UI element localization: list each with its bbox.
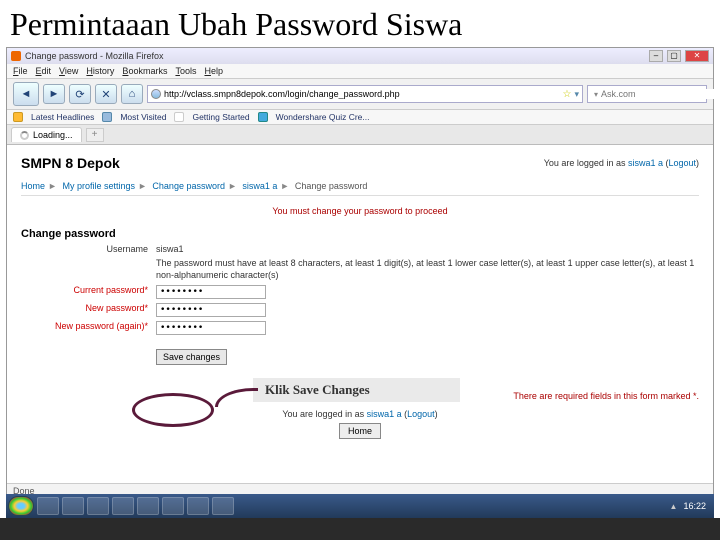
menu-bookmarks[interactable]: Bookmarks <box>122 66 167 76</box>
taskbar-item-8[interactable] <box>212 497 234 515</box>
minimize-button[interactable]: – <box>649 50 663 62</box>
rss-icon <box>13 112 23 122</box>
reload-button[interactable]: ⟳ <box>69 84 91 104</box>
site-name: SMPN 8 Depok <box>21 155 120 171</box>
window-title: Change password - Mozilla Firefox <box>25 51 164 61</box>
page-icon <box>174 112 184 122</box>
new-tab-button[interactable]: + <box>86 128 104 142</box>
tab-loading[interactable]: Loading... <box>11 127 82 142</box>
taskbar-item-1[interactable] <box>37 497 59 515</box>
tab-label: Loading... <box>33 130 73 140</box>
new-password-again-label: New password (again)* <box>21 321 156 335</box>
current-password-input[interactable] <box>156 285 266 299</box>
logout-link[interactable]: Logout <box>668 158 696 168</box>
user-link[interactable]: siswa1 a <box>628 158 663 168</box>
site-identity-icon <box>151 89 161 99</box>
annotation-callout: Klik Save Changes <box>253 378 460 402</box>
window-titlebar: Change password - Mozilla Firefox – ▢ ✕ <box>7 48 713 64</box>
firefox-icon <box>11 51 21 61</box>
bookmark-mostvisited[interactable]: Most Visited <box>120 112 166 122</box>
address-bar[interactable]: ☆ ▾ <box>147 85 583 103</box>
taskbar-item-7[interactable] <box>187 497 209 515</box>
new-password-input[interactable] <box>156 303 266 317</box>
search-input[interactable] <box>601 89 718 99</box>
username-value: siswa1 <box>156 244 184 254</box>
clock: 16:22 <box>683 501 706 511</box>
system-tray[interactable]: ▲ 16:22 <box>664 501 712 511</box>
browser-window: Change password - Mozilla Firefox – ▢ ✕ … <box>6 47 714 499</box>
forward-button[interactable]: ► <box>43 84 65 104</box>
slide-title: Permintaaan Ubah Password Siswa <box>0 0 720 47</box>
bookmark-star-icon[interactable]: ☆ <box>563 89 572 100</box>
folder-icon <box>102 112 112 122</box>
menu-history[interactable]: History <box>86 66 114 76</box>
close-button[interactable]: ✕ <box>685 50 709 62</box>
username-label: Username <box>21 244 156 254</box>
new-password-again-input[interactable] <box>156 321 266 335</box>
app-icon <box>258 112 268 122</box>
taskbar-item-3[interactable] <box>87 497 109 515</box>
stop-button[interactable]: ✕ <box>95 84 117 104</box>
start-button[interactable] <box>8 496 34 516</box>
menu-bar: File Edit View History Bookmarks Tools H… <box>7 64 713 79</box>
maximize-button[interactable]: ▢ <box>667 50 681 62</box>
bookmark-wondershare[interactable]: Wondershare Quiz Cre... <box>276 112 370 122</box>
url-input[interactable] <box>164 89 560 99</box>
slide-bottom-bar <box>0 518 720 540</box>
notice-text: You must change your password to proceed <box>21 206 699 216</box>
new-password-label: New password* <box>21 303 156 317</box>
crumb-profile[interactable]: My profile settings <box>62 181 135 191</box>
menu-edit[interactable]: Edit <box>36 66 52 76</box>
menu-help[interactable]: Help <box>204 66 223 76</box>
search-dropdown-icon[interactable]: ▾ <box>594 90 598 99</box>
menu-view[interactable]: View <box>59 66 78 76</box>
menu-file[interactable]: File <box>13 66 28 76</box>
windows-taskbar: ▲ 16:22 <box>6 494 714 518</box>
taskbar-item-4[interactable] <box>112 497 134 515</box>
tray-expand-icon[interactable]: ▲ <box>670 502 678 511</box>
bookmark-getting-started[interactable]: Getting Started <box>192 112 249 122</box>
login-info-top: You are logged in as siswa1 a (Logout) <box>544 158 699 168</box>
crumb-current: Change password <box>295 181 368 191</box>
url-dropdown-icon[interactable]: ▾ <box>574 89 579 100</box>
taskbar-item-5[interactable] <box>137 497 159 515</box>
taskbar-item-6[interactable] <box>162 497 184 515</box>
crumb-changepw[interactable]: Change password <box>152 181 225 191</box>
menu-tools[interactable]: Tools <box>175 66 196 76</box>
back-button[interactable]: ◄ <box>13 82 39 106</box>
taskbar-item-2[interactable] <box>62 497 84 515</box>
crumb-user[interactable]: siswa1 a <box>242 181 277 191</box>
page-content: SMPN 8 Depok You are logged in as siswa1… <box>7 145 713 483</box>
login-info-bottom: You are logged in as siswa1 a (Logout) <box>21 409 699 419</box>
current-password-label: Current password* <box>21 285 156 299</box>
search-bar[interactable]: ▾ <box>587 85 707 103</box>
bookmarks-toolbar: Latest Headlines Most Visited Getting St… <box>7 110 713 125</box>
bookmark-headlines[interactable]: Latest Headlines <box>31 112 94 122</box>
crumb-home[interactable]: Home <box>21 181 45 191</box>
password-help: The password must have at least 8 charac… <box>156 258 699 281</box>
home-button[interactable]: Home <box>339 423 381 439</box>
loading-spinner-icon <box>20 131 29 140</box>
user-link-bottom[interactable]: siswa1 a <box>367 409 402 419</box>
save-changes-button[interactable]: Save changes <box>156 349 227 365</box>
form-title: Change password <box>21 228 699 240</box>
breadcrumb: Home► My profile settings► Change passwo… <box>21 177 699 196</box>
tab-bar: Loading... + <box>7 125 713 145</box>
logout-link-bottom[interactable]: Logout <box>407 409 435 419</box>
nav-toolbar: ◄ ► ⟳ ✕ ⌂ ☆ ▾ ▾ <box>7 79 713 110</box>
home-toolbar-button[interactable]: ⌂ <box>121 84 143 104</box>
